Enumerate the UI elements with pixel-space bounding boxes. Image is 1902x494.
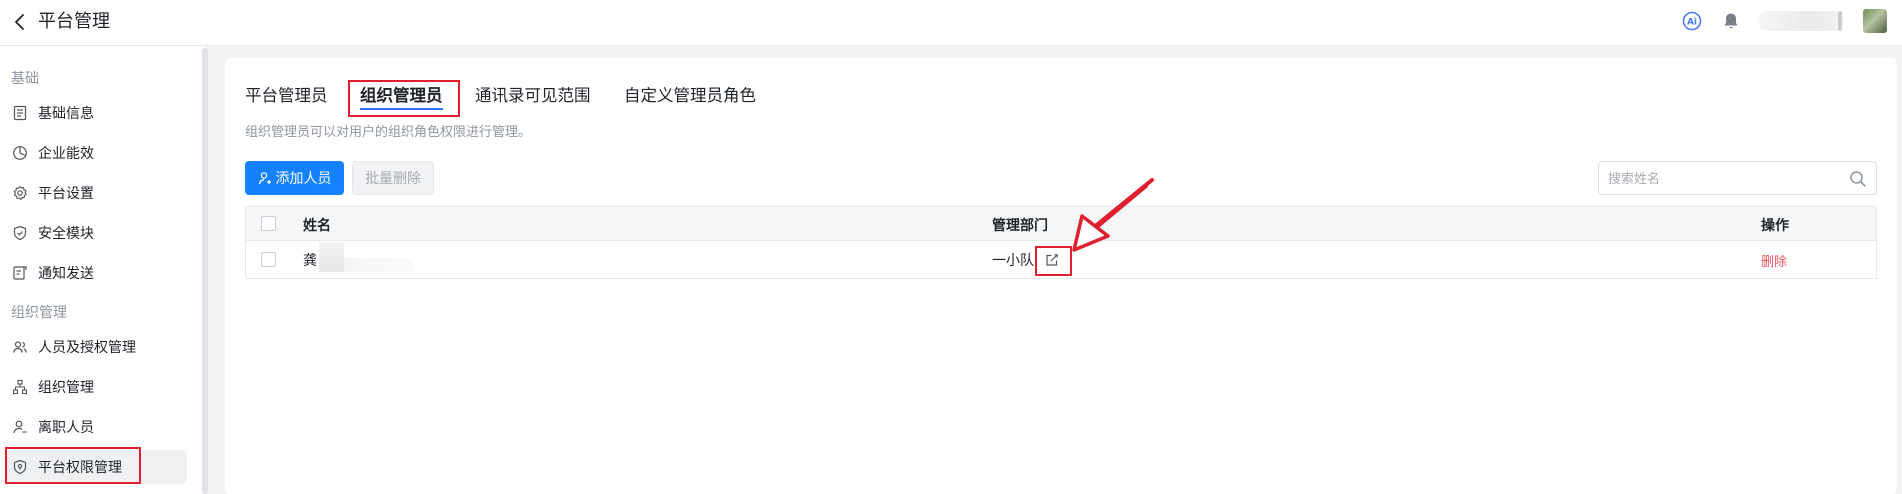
column-header-department: 管理部门 [992, 218, 1048, 234]
user-leave-icon [13, 420, 27, 434]
sidebar-item-label: 通知发送 [38, 266, 94, 282]
avatar[interactable] [1863, 9, 1887, 33]
cell-department: 一小队 [992, 253, 1034, 269]
annotation-highlight-tab [348, 80, 460, 117]
sidebar-item-users[interactable]: 人员及授权管理 [6, 330, 187, 364]
row-checkbox[interactable] [261, 252, 276, 267]
add-user-icon [258, 172, 271, 185]
sidebar-item-org[interactable]: 组织管理 [6, 370, 187, 404]
sidebar-item-label: 组织管理 [38, 380, 94, 396]
chevron-left-icon[interactable] [10, 11, 32, 33]
delete-link[interactable]: 删除 [1761, 251, 1787, 270]
sidebar-item-basic-info[interactable]: 基础信息 [6, 96, 187, 130]
sidebar-item-label: 平台设置 [38, 186, 94, 202]
ai-icon[interactable]: Ai [1682, 11, 1702, 31]
select-all-checkbox[interactable] [261, 216, 276, 231]
user-name[interactable] [1758, 11, 1844, 31]
sidebar-item-label: 企业能效 [38, 146, 94, 162]
tab-platform-admin[interactable]: 平台管理员 [245, 84, 328, 108]
annotation-highlight-sidebar [5, 447, 141, 484]
sidebar-item-label: 基础信息 [38, 106, 94, 122]
cell-name: 龚 [303, 253, 317, 269]
name-redaction-fade [344, 258, 414, 272]
org-tree-icon [12, 379, 28, 395]
users-icon [13, 341, 27, 353]
send-notice-icon [13, 266, 27, 280]
tab-description: 组织管理员可以对用户的组织角色权限进行管理。 [245, 125, 532, 140]
column-header-name: 姓名 [303, 218, 331, 234]
sidebar-group-org: 组织管理 [11, 305, 67, 321]
batch-delete-button[interactable]: 批量删除 [352, 161, 434, 195]
top-header: 平台管理 Ai [0, 0, 1902, 46]
sidebar-item-notify[interactable]: 通知发送 [6, 256, 187, 290]
add-user-label: 添加人员 [275, 171, 332, 187]
search-input[interactable] [1608, 169, 1828, 189]
tab-custom-role[interactable]: 自定义管理员角色 [624, 84, 756, 108]
sidebar-item-security[interactable]: 安全模块 [6, 216, 187, 250]
sidebar-item-label: 人员及授权管理 [38, 340, 136, 356]
document-icon [13, 105, 27, 121]
tab-contact-visibility[interactable]: 通讯录可见范围 [475, 84, 591, 108]
sidebar-item-resigned[interactable]: 离职人员 [6, 410, 187, 444]
bell-icon[interactable] [1721, 11, 1741, 31]
page-title: 平台管理 [38, 11, 110, 32]
shield-check-icon [13, 225, 27, 241]
sidebar-item-efficiency[interactable]: 企业能效 [6, 136, 187, 170]
search-box [1598, 161, 1877, 195]
chart-pie-icon [13, 146, 27, 160]
search-icon[interactable] [1849, 170, 1867, 188]
name-redaction [319, 242, 344, 272]
sidebar-group-basic: 基础 [11, 71, 39, 87]
gear-icon [13, 185, 27, 200]
sidebar-scrollbar[interactable] [202, 48, 208, 494]
user-name-divider [1838, 11, 1842, 31]
sidebar-item-label: 离职人员 [38, 420, 94, 436]
sidebar-item-label: 安全模块 [38, 226, 94, 242]
sidebar-item-settings[interactable]: 平台设置 [6, 176, 187, 210]
add-user-button[interactable]: 添加人员 [245, 161, 344, 195]
annotation-arrow [1072, 178, 1154, 252]
svg-text:Ai: Ai [1687, 18, 1697, 28]
column-header-action: 操作 [1761, 218, 1789, 234]
